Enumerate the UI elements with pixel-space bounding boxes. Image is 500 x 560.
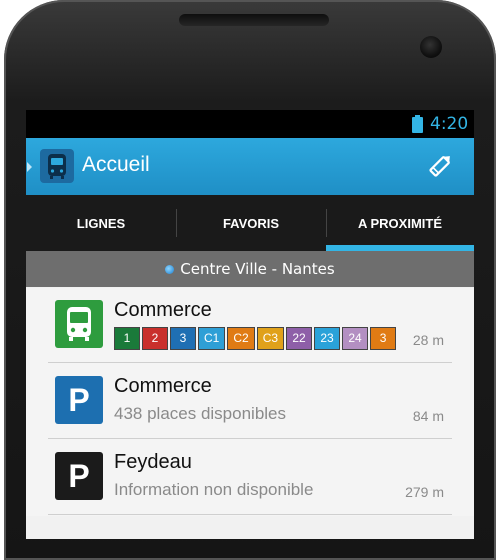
- parking-letter: P: [68, 381, 90, 418]
- distance-label: 28 m: [412, 332, 444, 348]
- line-badge: 1: [114, 327, 140, 350]
- parking-name: Commerce: [114, 375, 212, 397]
- parking-letter: P: [68, 457, 90, 494]
- up-caret-icon[interactable]: [27, 162, 32, 172]
- distance-label: 279 m: [405, 484, 444, 500]
- location-dot-icon: [165, 264, 175, 274]
- status-bar: 4:20: [26, 110, 474, 138]
- speaker-grille: [179, 14, 329, 26]
- list-item-parking-commerce[interactable]: P Commerce 438 places disponibles 84 m: [26, 364, 474, 440]
- location-label: Centre Ville - Nantes: [180, 260, 335, 278]
- bus-icon[interactable]: [40, 149, 74, 183]
- bus-icon: [55, 300, 103, 348]
- line-badge: 3: [370, 327, 397, 350]
- tab-bar: LIGNES FAVORIS A PROXIMITÉ: [26, 195, 474, 251]
- list-item-parking-feydeau[interactable]: P Feydeau Information non disponible 279…: [26, 440, 474, 516]
- line-badge: 3: [170, 327, 196, 350]
- parking-availability: Information non disponible: [114, 480, 314, 499]
- line-badge: 23: [314, 327, 341, 350]
- row-divider: [48, 362, 452, 363]
- line-badge: 22: [286, 327, 313, 350]
- line-badge: C1: [198, 327, 226, 350]
- page-title: Accueil: [82, 153, 150, 176]
- parking-icon: P: [55, 452, 103, 500]
- location-bar[interactable]: Centre Ville - Nantes: [26, 251, 474, 287]
- pencil-icon[interactable]: [424, 150, 456, 182]
- line-badge: 24: [342, 327, 369, 350]
- parking-name: Feydeau: [114, 451, 192, 473]
- line-badges: 1 2 3 C1 C2 C3 22 23 24 3: [114, 327, 397, 350]
- parking-availability: 438 places disponibles: [114, 404, 287, 423]
- stop-name: Commerce: [114, 299, 212, 321]
- row-divider: [48, 438, 452, 439]
- tab-a-proximite[interactable]: A PROXIMITÉ: [326, 195, 474, 251]
- tab-favoris[interactable]: FAVORIS: [176, 195, 326, 251]
- parking-icon: P: [55, 376, 103, 424]
- line-badge: 2: [142, 327, 168, 350]
- action-bar: Accueil: [26, 138, 474, 195]
- battery-icon: [412, 115, 423, 133]
- tab-lignes[interactable]: LIGNES: [26, 195, 176, 251]
- distance-label: 84 m: [412, 408, 444, 424]
- line-badge: C2: [227, 327, 255, 350]
- phone-screen: 4:20 Accueil LIGNES FAVORIS A PROXIMITÉ …: [26, 110, 474, 539]
- list-item-stop-commerce[interactable]: Commerce 1 2 3 C1 C2 C3 22 23 24 3 28 m: [26, 288, 474, 364]
- status-clock: 4:20: [430, 114, 469, 134]
- front-camera: [420, 36, 442, 58]
- row-divider: [48, 514, 452, 515]
- line-badge: C3: [256, 327, 285, 350]
